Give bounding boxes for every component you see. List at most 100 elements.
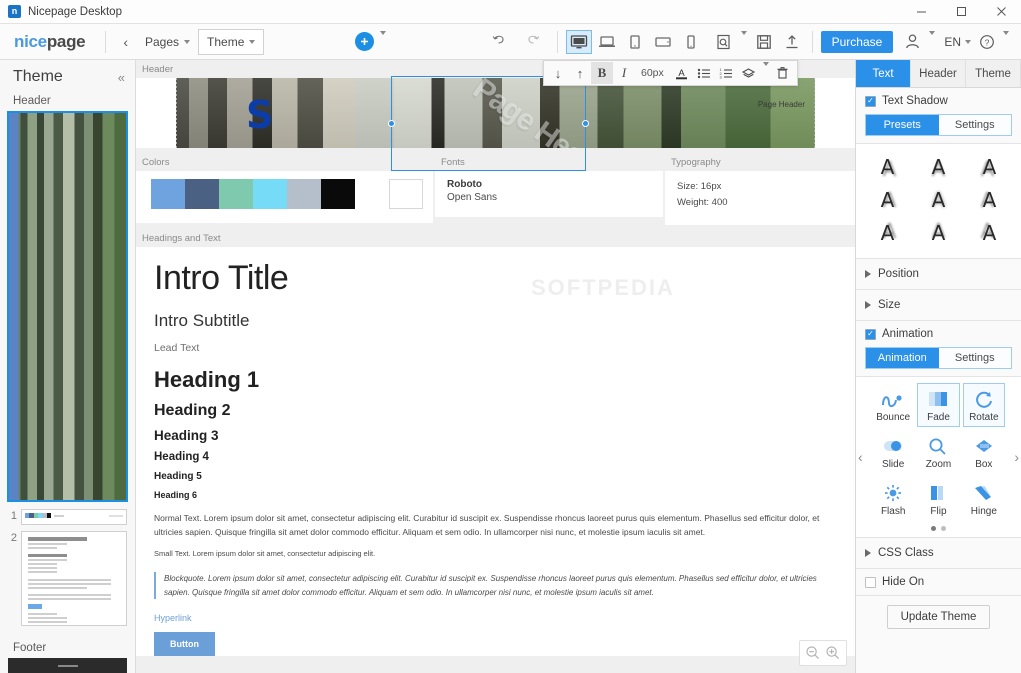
animation-toggle-row[interactable]: ✓ Animation xyxy=(865,328,1012,340)
preview-dropdown[interactable] xyxy=(736,30,752,49)
effects-button[interactable] xyxy=(737,62,760,84)
hide-on-checkbox[interactable] xyxy=(865,576,876,588)
small-text-paragraph[interactable]: Small Text. Lorem ipsum dolor sit amet, … xyxy=(154,548,837,560)
shadow-preset[interactable]: A xyxy=(913,219,964,248)
header-rotated-title[interactable]: Page Header xyxy=(466,78,626,148)
footer-thumbnail[interactable] xyxy=(8,658,127,673)
demo-button[interactable]: Button xyxy=(154,632,215,657)
animation-box[interactable]: Box xyxy=(963,430,1005,474)
animation-bounce[interactable]: Bounce xyxy=(872,383,914,427)
hyperlink[interactable]: Hyperlink xyxy=(154,613,837,623)
account-button[interactable] xyxy=(900,30,924,54)
theme-menu[interactable]: Theme xyxy=(198,28,265,55)
hide-on-row[interactable]: Hide On xyxy=(865,576,1012,588)
editor-canvas[interactable]: ↓ ↑ B I 60px A 123 Header S Page Header … xyxy=(136,60,855,673)
effects-dropdown[interactable] xyxy=(760,62,772,80)
position-accordion[interactable]: Position xyxy=(856,259,1021,290)
numbered-list-button[interactable]: 123 xyxy=(715,62,737,84)
animation-slide[interactable]: Slide xyxy=(872,430,914,474)
device-tablet-portrait[interactable] xyxy=(622,30,648,54)
bold-button[interactable]: B xyxy=(591,62,613,84)
pager-dot-active[interactable] xyxy=(931,526,936,531)
add-dropdown[interactable] xyxy=(374,30,392,49)
update-theme-button[interactable]: Update Theme xyxy=(886,605,991,629)
shadow-preset[interactable]: A xyxy=(913,186,964,215)
delete-button[interactable] xyxy=(772,62,794,84)
animation-fade[interactable]: Fade xyxy=(917,383,960,427)
fonts-panel[interactable]: Roboto Open Sans xyxy=(435,171,663,217)
color-swatch[interactable] xyxy=(253,179,287,209)
italic-button[interactable]: I xyxy=(613,62,635,84)
publish-button[interactable] xyxy=(780,30,804,54)
shadow-preset[interactable]: A xyxy=(862,219,913,248)
color-swatch[interactable] xyxy=(151,179,185,209)
animation-rotate[interactable]: Rotate xyxy=(962,383,1005,427)
header-thumbnail[interactable] xyxy=(7,111,128,502)
canvas-header-section[interactable]: S Page Header Page Header xyxy=(136,76,855,171)
heading-1[interactable]: Heading 1 xyxy=(154,367,837,393)
shadow-preset[interactable]: A xyxy=(913,153,964,182)
font-size-value[interactable]: 60px xyxy=(635,67,670,79)
shadow-preset[interactable]: A xyxy=(964,186,1015,215)
device-desktop[interactable] xyxy=(565,29,592,54)
account-dropdown[interactable] xyxy=(924,30,940,49)
language-selector[interactable]: EN xyxy=(940,35,975,49)
page-thumbnail-1[interactable] xyxy=(21,509,127,525)
add-button[interactable] xyxy=(355,32,374,51)
purchase-button[interactable]: Purchase xyxy=(820,30,894,53)
tab-theme[interactable]: Theme xyxy=(966,60,1021,87)
animation-prev-button[interactable]: ‹ xyxy=(858,449,863,465)
help-dropdown[interactable] xyxy=(999,30,1013,49)
shadow-preset[interactable]: A xyxy=(964,153,1015,182)
animation-settings-tab[interactable]: Settings xyxy=(938,348,1011,368)
blockquote[interactable]: Blockquote. Lorem ipsum dolor sit amet, … xyxy=(154,572,824,600)
lead-text[interactable]: Lead Text xyxy=(154,342,837,354)
color-swatch[interactable] xyxy=(321,179,355,209)
device-phone[interactable] xyxy=(678,30,704,54)
color-swatch[interactable] xyxy=(355,179,389,209)
undo-button[interactable] xyxy=(483,33,516,50)
page-thumbnail-2[interactable] xyxy=(21,531,127,626)
animation-checkbox[interactable]: ✓ xyxy=(865,328,876,340)
normal-text-paragraph[interactable]: Normal Text. Lorem ipsum dolor sit amet,… xyxy=(154,511,837,539)
header-background-image[interactable]: S Page Header Page Header xyxy=(176,78,815,148)
animation-tab[interactable]: Animation xyxy=(866,348,939,368)
size-accordion[interactable]: Size xyxy=(856,290,1021,321)
move-up-button[interactable]: ↑ xyxy=(569,62,591,84)
shadow-preset[interactable]: A xyxy=(862,186,913,215)
redo-button[interactable] xyxy=(516,33,549,50)
shadow-presets-tab[interactable]: Presets xyxy=(866,115,939,135)
heading-5[interactable]: Heading 5 xyxy=(154,471,837,482)
heading-4[interactable]: Heading 4 xyxy=(154,451,837,463)
pages-menu[interactable]: Pages xyxy=(137,30,198,54)
tab-header[interactable]: Header xyxy=(911,60,966,87)
typography-panel[interactable]: Size: 16px Weight: 400 xyxy=(665,171,855,226)
header-logo[interactable]: S xyxy=(246,96,273,134)
heading-3[interactable]: Heading 3 xyxy=(154,428,837,443)
preview-button[interactable] xyxy=(712,30,736,54)
device-laptop[interactable] xyxy=(594,30,620,54)
animation-next-button[interactable]: › xyxy=(1014,449,1019,465)
help-button[interactable]: ? xyxy=(975,30,999,54)
heading-6[interactable]: Heading 6 xyxy=(154,490,837,500)
shadow-preset[interactable]: A xyxy=(964,219,1015,248)
close-button[interactable] xyxy=(981,0,1021,24)
minimize-button[interactable] xyxy=(901,0,941,24)
color-swatch[interactable] xyxy=(219,179,253,209)
zoom-out-button[interactable] xyxy=(803,643,823,663)
color-swatch[interactable] xyxy=(185,179,219,209)
animation-zoom[interactable]: Zoom xyxy=(917,430,959,474)
css-class-accordion[interactable]: CSS Class xyxy=(856,538,1021,569)
bullet-list-button[interactable] xyxy=(693,62,715,84)
zoom-in-button[interactable] xyxy=(823,643,843,663)
shadow-preset[interactable]: A xyxy=(862,153,913,182)
device-tablet-landscape[interactable] xyxy=(650,30,676,54)
animation-flip[interactable]: Flip xyxy=(917,477,959,521)
shadow-settings-tab[interactable]: Settings xyxy=(938,115,1011,135)
color-swatch[interactable] xyxy=(389,179,423,209)
text-shadow-toggle-row[interactable]: ✓ Text Shadow xyxy=(865,95,1012,107)
text-shadow-checkbox[interactable]: ✓ xyxy=(865,95,876,107)
tab-text[interactable]: Text xyxy=(856,60,911,87)
heading-2[interactable]: Heading 2 xyxy=(154,402,837,420)
save-button[interactable] xyxy=(752,30,776,54)
